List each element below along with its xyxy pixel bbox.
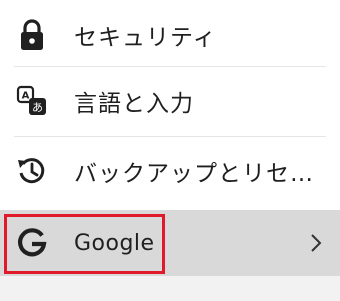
translate-icon: A あ [14, 83, 50, 119]
lock-icon [14, 17, 50, 53]
settings-item-language-input[interactable]: A あ 言語と入力 [0, 66, 340, 136]
google-g-icon [14, 225, 50, 261]
settings-item-security[interactable]: セキュリティ [0, 0, 340, 70]
settings-item-backup-reset[interactable]: バックアップとリセ… [0, 136, 340, 206]
settings-item-google-label: Google [74, 230, 155, 256]
settings-item-security-label: セキュリティ [74, 25, 217, 51]
translate-icon-latin-glyph: A [22, 91, 30, 102]
settings-item-language-label: 言語と入力 [74, 91, 194, 117]
list-bottom-area [0, 276, 340, 301]
backup-restore-icon [14, 153, 50, 189]
translate-icon-kana-glyph: あ [32, 101, 43, 114]
settings-item-backup-label: バックアップとリセ… [74, 161, 314, 187]
settings-list: セキュリティ A あ 言語と入力 バックアップとリセ… Google [0, 0, 340, 301]
chevron-right-icon [304, 229, 328, 257]
settings-item-google[interactable]: Google [0, 210, 340, 276]
